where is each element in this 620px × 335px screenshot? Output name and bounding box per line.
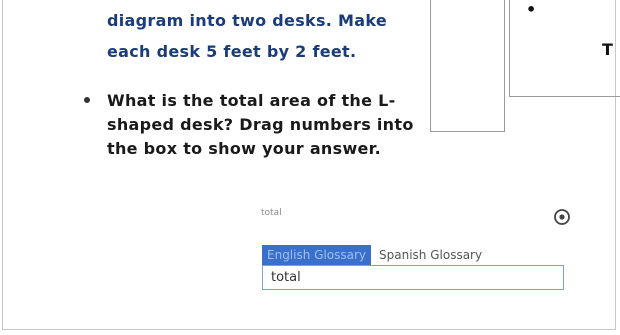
question-text-line-1: diagram into two desks. Make — [107, 11, 388, 30]
diagram-label: T — [602, 40, 613, 59]
question-bullet-text: What is the total area of the L-shaped d… — [107, 91, 414, 158]
diagram-mark: • — [526, 0, 537, 19]
bullet-icon — [84, 97, 90, 103]
diagram-desk-left — [430, 0, 505, 132]
glossary-term-label: total — [261, 208, 282, 218]
glossary-entry: total — [262, 265, 564, 290]
target-icon[interactable] — [553, 208, 571, 226]
question-text-line-2: each desk 5 feet by 2 feet. — [107, 42, 357, 61]
glossary-tabs: English Glossary Spanish Glossary — [262, 245, 490, 265]
tab-spanish-glossary[interactable]: Spanish Glossary — [371, 245, 490, 265]
tab-english-glossary[interactable]: English Glossary — [262, 245, 372, 265]
